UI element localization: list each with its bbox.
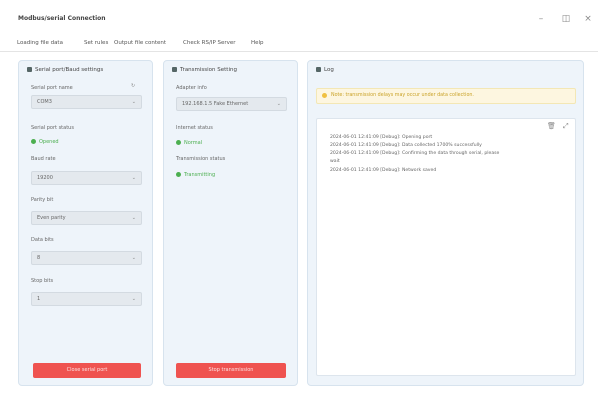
log-output[interactable]: 🗑 ⤢ 2024-06-01 12:41:09 [Debug]: Opening…: [316, 118, 576, 376]
parity-label: Parity bit: [31, 197, 54, 203]
close-icon[interactable]: ×: [580, 11, 596, 27]
chevron-down-icon: ⌄: [131, 99, 136, 105]
databits-select[interactable]: 8 ⌄: [31, 251, 142, 265]
chevron-down-icon: ⌄: [276, 101, 281, 107]
minimize-icon[interactable]: –: [533, 11, 549, 27]
settings-icon: [27, 67, 32, 72]
log-icon: [316, 67, 321, 72]
warning-icon: [322, 93, 327, 98]
log-panel-title: Log: [324, 67, 334, 73]
transmission-status-label: Transmission status: [176, 156, 226, 162]
baud-select[interactable]: 19200 ⌄: [31, 171, 142, 185]
transmission-status-badge: Transmitting: [176, 172, 215, 178]
transmission-panel: Transmission Setting Adapter info 192.16…: [163, 60, 298, 386]
port-select[interactable]: COM3 ⌄: [31, 95, 142, 109]
serial-panel-header: Serial port/Baud settings: [27, 67, 103, 73]
menu-item-loading[interactable]: Loading file data: [17, 40, 63, 46]
menu-item-help[interactable]: Help: [251, 40, 264, 46]
internet-status-badge: Normal: [176, 140, 202, 146]
chevron-down-icon: ⌄: [131, 255, 136, 261]
log-line: 2024-06-01 12:41:09 [Debug]: Opening por…: [330, 135, 433, 140]
serial-settings-panel: Serial port/Baud settings Serial port na…: [18, 60, 153, 386]
close-serial-button[interactable]: Close serial port: [33, 363, 141, 378]
log-line: 2024-06-01 12:41:09 [Debug]: Data collec…: [330, 143, 482, 148]
maximize-icon[interactable]: ◫: [558, 11, 574, 27]
internet-status-label: Internet status: [176, 125, 213, 131]
adapter-select[interactable]: 192.168.1.5 Fake Ethernet ⌄: [176, 97, 287, 111]
stopbits-select[interactable]: 1 ⌄: [31, 292, 142, 306]
refresh-icon[interactable]: ↻: [131, 83, 135, 89]
title-bar: Modbus/serial Connection – ◫ ×: [0, 0, 598, 36]
transmission-panel-header: Transmission Setting: [172, 67, 237, 73]
log-line: wait: [330, 159, 340, 164]
log-line: 2024-06-01 12:41:09 [Debug]: Network sav…: [330, 168, 437, 173]
baud-label: Baud rate: [31, 156, 56, 162]
chevron-down-icon: ⌄: [131, 215, 136, 221]
menu-item-check-server[interactable]: Check RS/IP Server: [183, 40, 236, 46]
log-line: 2024-06-01 12:41:09 [Debug]: Confirming …: [330, 151, 500, 156]
settings-icon: [172, 67, 177, 72]
adapter-label: Adapter info: [176, 85, 207, 91]
chevron-down-icon: ⌄: [131, 175, 136, 181]
menu-item-set-rules[interactable]: Set rules: [84, 40, 108, 46]
log-panel-header: Log: [316, 67, 334, 73]
menu-item-output[interactable]: Output file content: [114, 40, 166, 46]
parity-select[interactable]: Even parity ⌄: [31, 211, 142, 225]
chevron-down-icon: ⌄: [131, 296, 136, 302]
warning-banner: Note: transmission delays may occur unde…: [316, 88, 576, 104]
databits-label: Data bits: [31, 237, 54, 243]
stopbits-label: Stop bits: [31, 278, 54, 284]
transmission-panel-title: Transmission Setting: [180, 67, 237, 73]
port-label: Serial port name: [31, 85, 73, 91]
trash-icon[interactable]: 🗑: [547, 122, 556, 130]
status-ok-icon: [31, 139, 36, 144]
window-title: Modbus/serial Connection: [18, 15, 106, 22]
menu-bar: Loading file data Set rules Output file …: [0, 37, 598, 52]
stop-transmission-button[interactable]: Stop transmission: [176, 363, 286, 378]
serial-status-badge: Opened: [31, 139, 59, 145]
status-ok-icon: [176, 140, 181, 145]
expand-icon[interactable]: ⤢: [563, 122, 569, 131]
status-label: Serial port status: [31, 125, 74, 131]
status-ok-icon: [176, 172, 181, 177]
serial-panel-title: Serial port/Baud settings: [35, 67, 104, 73]
